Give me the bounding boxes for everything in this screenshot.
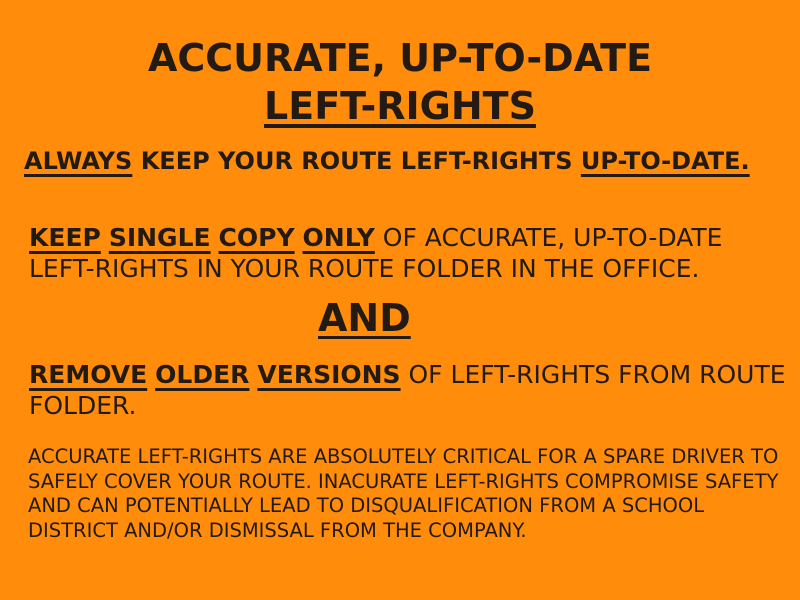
- page-title: ACCURATE, UP-TO-DATE LEFT-RIGHTS: [0, 34, 800, 130]
- instruction-keep-single-copy: KEEP SINGLE COPY ONLY OF ACCURATE, UP-TO…: [29, 222, 789, 284]
- emphasis-versions: VERSIONS: [257, 360, 401, 389]
- and-heading: AND: [318, 296, 411, 340]
- emphasis-only: ONLY: [302, 223, 375, 252]
- emphasis-up-to-date: UP-TO-DATE.: [580, 147, 750, 175]
- instruction-text: KEEP YOUR ROUTE LEFT-RIGHTS: [132, 147, 581, 175]
- instruction-remove-older: REMOVE OLDER VERSIONS OF LEFT-RIGHTS FRO…: [29, 359, 789, 421]
- emphasis-always: ALWAYS: [24, 147, 133, 175]
- emphasis-copy: COPY: [218, 223, 295, 252]
- emphasis-older: OLDER: [155, 360, 250, 389]
- title-line-1: ACCURATE, UP-TO-DATE: [147, 36, 653, 80]
- instruction-always-keep: ALWAYS KEEP YOUR ROUTE LEFT-RIGHTS UP-TO…: [24, 146, 764, 177]
- emphasis-single: SINGLE: [108, 223, 211, 252]
- emphasis-keep: KEEP: [29, 223, 101, 252]
- title-line-2: LEFT-RIGHTS: [264, 84, 536, 128]
- safety-note: ACCURATE LEFT-RIGHTS ARE ABSOLUTELY CRIT…: [28, 445, 779, 542]
- emphasis-remove: REMOVE: [29, 360, 148, 389]
